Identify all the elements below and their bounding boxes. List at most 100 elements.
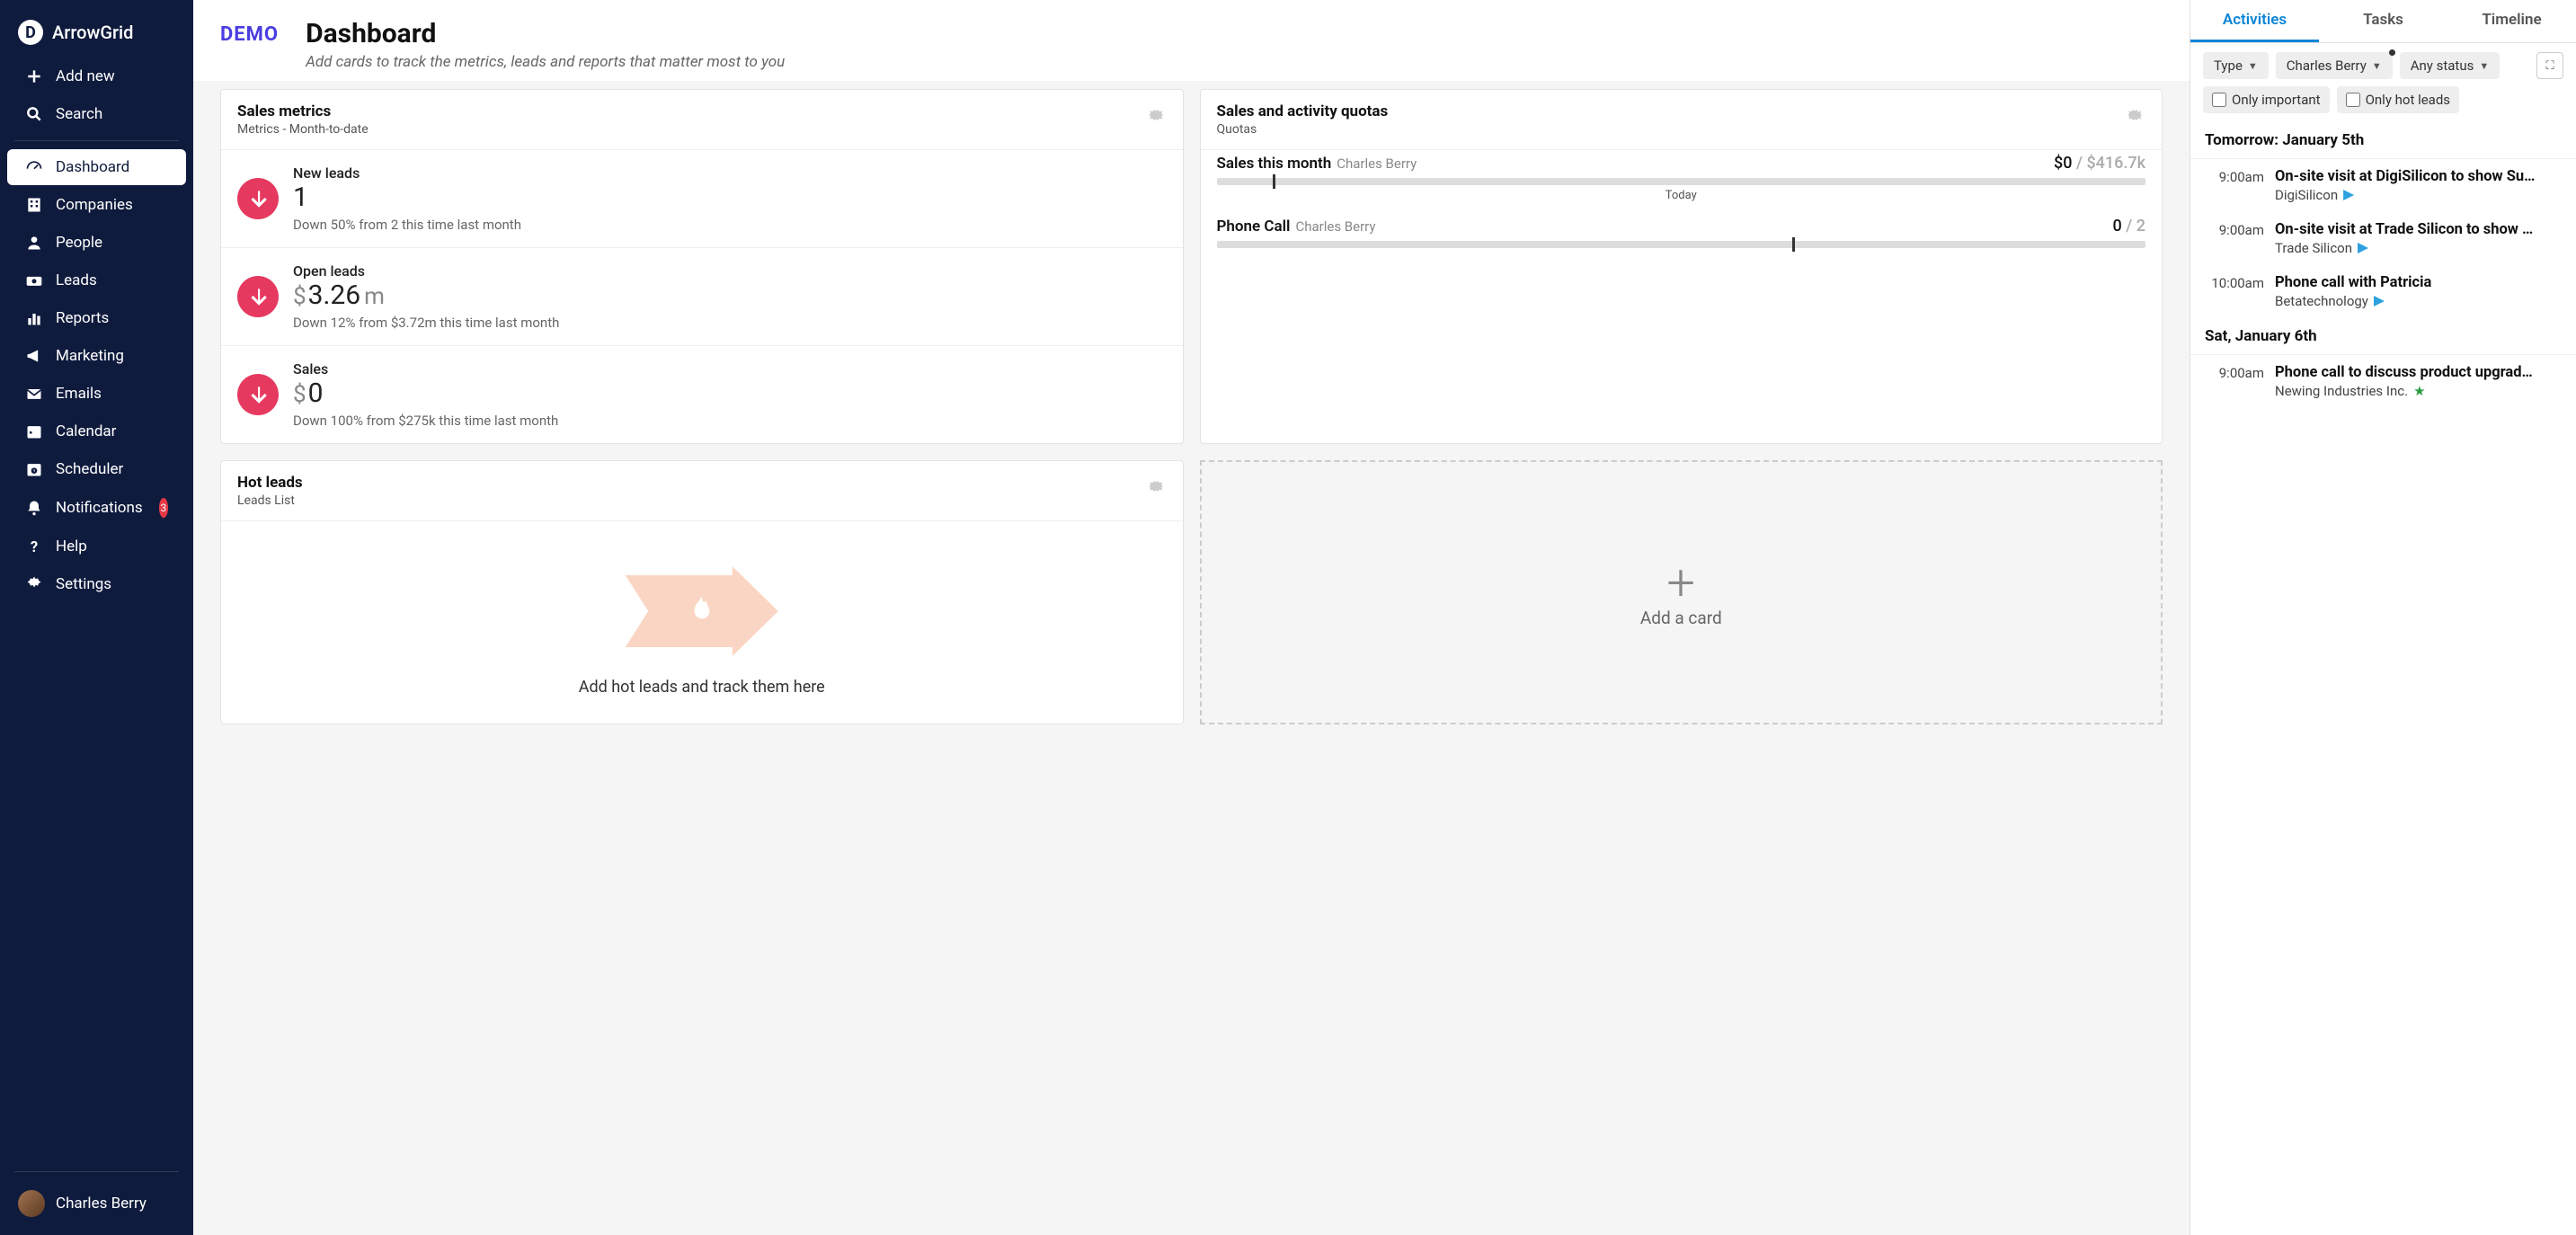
activity-title: Phone call to discuss product upgrad…: [2275, 364, 2562, 381]
metric-row[interactable]: New leads 1 Down 50% from 2 this time la…: [221, 150, 1183, 248]
metric-label: Open leads: [293, 262, 559, 280]
card-subtitle: Quotas: [1217, 122, 1389, 137]
sidebar-item-emails[interactable]: Emails: [7, 376, 186, 412]
megaphone-icon: [25, 347, 43, 365]
sidebar-add-label: Add new: [56, 67, 115, 85]
sidebar-item-people[interactable]: People: [7, 225, 186, 261]
tab-tasks[interactable]: Tasks: [2319, 0, 2447, 42]
activity-title: On-site visit at Trade Silicon to show …: [2275, 221, 2562, 238]
filter-type[interactable]: Type▼: [2203, 52, 2269, 79]
expand-panel-button[interactable]: ⛶: [2536, 52, 2563, 79]
day-header: Tomorrow: January 5th: [2190, 122, 2576, 159]
hot-leads-card: Hot leads Leads List Add hot leads and t…: [220, 460, 1184, 724]
sidebar-item-label: Companies: [56, 196, 133, 214]
quota-value: $0 / $416.7k: [2054, 154, 2145, 173]
hot-leads-empty[interactable]: Add hot leads and track them here: [221, 521, 1183, 724]
app-name: ArrowGrid: [52, 22, 133, 43]
gauge-icon: [25, 158, 43, 176]
card-title: Sales metrics: [237, 102, 369, 120]
quota-bar: [1217, 178, 2146, 185]
day-header: Sat, January 6th: [2190, 318, 2576, 355]
gear-icon: [25, 575, 43, 593]
building-icon: [25, 196, 43, 214]
quota-row[interactable]: Sales this monthCharles Berry $0 / $416.…: [1201, 150, 2163, 213]
sidebar-search-label: Search: [56, 105, 102, 123]
down-arrow-icon: [237, 178, 279, 219]
envelope-icon: [25, 385, 43, 403]
chevron-down-icon: ▼: [2479, 60, 2489, 72]
activity-company: DigiSilicon: [2275, 187, 2562, 203]
flag-icon: [2374, 296, 2385, 307]
tab-timeline[interactable]: Timeline: [2447, 0, 2576, 42]
card-settings-icon[interactable]: [1141, 102, 1167, 128]
quota-bar: [1217, 241, 2146, 248]
metric-row[interactable]: Sales $0 Down 100% from $275k this time …: [221, 346, 1183, 443]
card-subtitle: Leads List: [237, 493, 303, 508]
plus-icon: [25, 67, 43, 85]
activity-item[interactable]: 10:00am Phone call with Patricia Betatec…: [2190, 265, 2576, 318]
activity-item[interactable]: 9:00am Phone call to discuss product upg…: [2190, 355, 2576, 408]
flag-icon: [2343, 190, 2354, 200]
sidebar-search[interactable]: Search: [7, 96, 186, 132]
card-subtitle: Metrics - Month-to-date: [237, 122, 369, 137]
card-title: Sales and activity quotas: [1217, 102, 1389, 120]
card-settings-icon[interactable]: [2120, 102, 2145, 128]
activity-item[interactable]: 9:00am On-site visit at Trade Silicon to…: [2190, 212, 2576, 265]
sidebar-item-label: Notifications: [56, 499, 143, 517]
activity-company: Betatechnology: [2275, 293, 2562, 309]
sidebar-item-reports[interactable]: Reports: [7, 300, 186, 336]
sidebar-item-notifications[interactable]: Notifications 3: [7, 489, 186, 527]
sales-metrics-card: Sales metrics Metrics - Month-to-date Ne…: [220, 89, 1184, 444]
sidebar-item-label: People: [56, 234, 102, 252]
checkbox[interactable]: [2346, 93, 2360, 107]
chevron-down-icon: ▼: [2372, 60, 2382, 72]
sidebar-item-settings[interactable]: Settings: [7, 566, 186, 602]
metric-row[interactable]: Open leads $3.26m Down 12% from $3.72m t…: [221, 248, 1183, 346]
sidebar-item-calendar[interactable]: Calendar: [7, 413, 186, 449]
down-arrow-icon: [237, 374, 279, 415]
filter-status[interactable]: Any status▼: [2400, 52, 2500, 79]
divider: [14, 1171, 179, 1172]
metric-value: $3.26m: [293, 280, 559, 311]
sidebar-item-marketing[interactable]: Marketing: [7, 338, 186, 374]
svg-text:?: ?: [31, 539, 38, 555]
help-icon: ?: [25, 538, 43, 555]
sidebar-item-label: Settings: [56, 575, 111, 593]
content: DEMO Dashboard Add cards to track the me…: [193, 0, 2190, 1235]
sidebar: D ArrowGrid Add new Search Dashboard Com…: [0, 0, 193, 1235]
sidebar-item-label: Reports: [56, 309, 109, 327]
metric-label: New leads: [293, 164, 521, 182]
sidebar-user[interactable]: Charles Berry: [0, 1179, 193, 1228]
sidebar-item-scheduler[interactable]: Scheduler: [7, 451, 186, 487]
quota-row[interactable]: Phone CallCharles Berry 0 / 2: [1201, 213, 2163, 259]
sidebar-item-help[interactable]: ? Help: [7, 529, 186, 564]
metric-value: 1: [293, 182, 521, 213]
logo-icon: D: [18, 20, 43, 45]
metric-sub: Down 12% from $3.72m this time last mont…: [293, 315, 559, 331]
tab-activities[interactable]: Activities: [2190, 0, 2319, 42]
sidebar-item-label: Emails: [56, 385, 102, 403]
quota-value: 0 / 2: [2113, 217, 2145, 235]
sidebar-item-label: Help: [56, 538, 87, 555]
money-icon: [25, 271, 43, 289]
page-title: Dashboard: [306, 18, 785, 49]
user-name: Charles Berry: [56, 1195, 147, 1213]
card-title: Hot leads: [237, 474, 303, 492]
chart-icon: [25, 309, 43, 327]
add-card-button[interactable]: + Add a card: [1200, 460, 2163, 724]
sidebar-add-new[interactable]: Add new: [7, 58, 186, 94]
hot-leads-text: Add hot leads and track them here: [239, 678, 1165, 697]
plus-icon: +: [1666, 557, 1695, 608]
sidebar-item-companies[interactable]: Companies: [7, 187, 186, 223]
filter-active-dot: [2389, 49, 2395, 56]
filter-person[interactable]: Charles Berry▼: [2276, 52, 2393, 79]
demo-badge: DEMO: [220, 18, 279, 46]
sidebar-item-leads[interactable]: Leads: [7, 262, 186, 298]
checkbox[interactable]: [2212, 93, 2226, 107]
sidebar-item-dashboard[interactable]: Dashboard: [7, 149, 186, 185]
activity-item[interactable]: 9:00am On-site visit at DigiSilicon to s…: [2190, 159, 2576, 212]
card-settings-icon[interactable]: [1141, 474, 1167, 499]
app-logo[interactable]: D ArrowGrid: [0, 7, 193, 58]
filter-only-important[interactable]: Only important: [2203, 86, 2330, 113]
filter-only-hot[interactable]: Only hot leads: [2337, 86, 2459, 113]
